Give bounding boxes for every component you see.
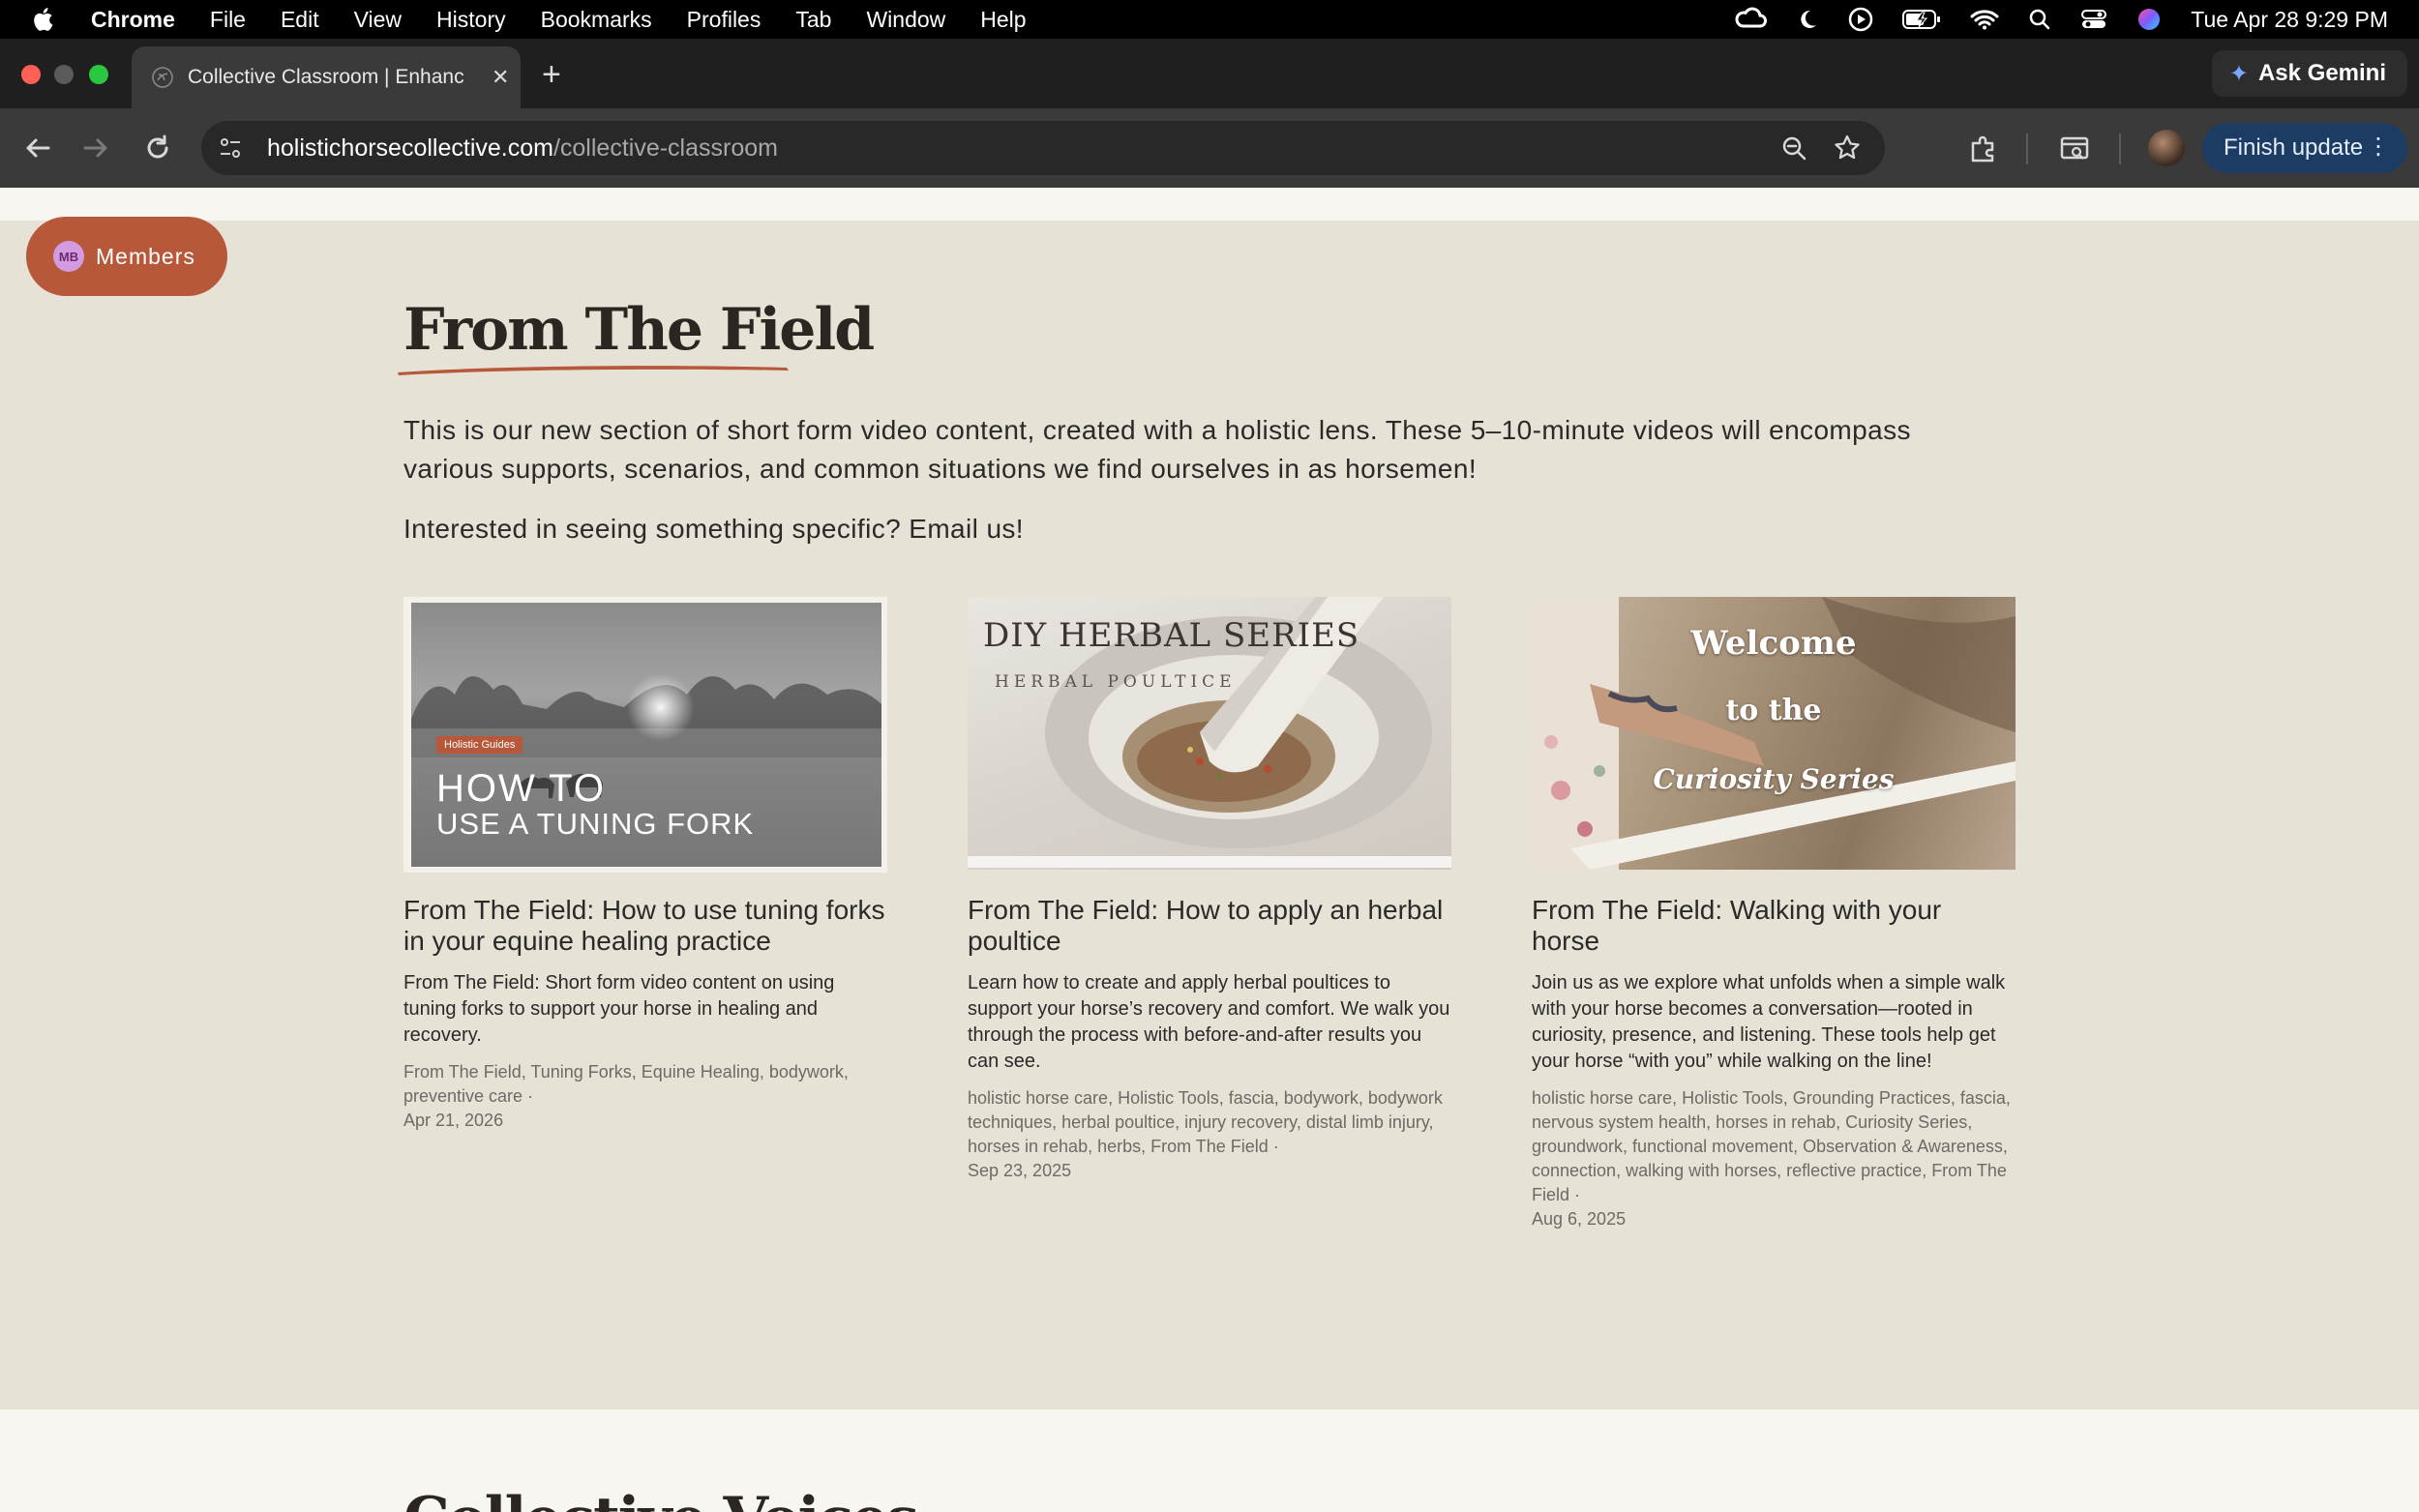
site-info-icon[interactable] bbox=[217, 134, 244, 162]
do-not-disturb-moon-icon[interactable] bbox=[1796, 8, 1819, 31]
more-menu-icon[interactable]: ⋮ bbox=[2367, 133, 2390, 161]
finish-update-button[interactable]: Finish update ⋮ bbox=[2202, 123, 2407, 173]
menu-profiles[interactable]: Profiles bbox=[687, 7, 762, 33]
intro-line-2: various supports, scenarios, and common … bbox=[403, 454, 1478, 484]
site-favicon-icon bbox=[152, 67, 173, 88]
menu-file[interactable]: File bbox=[210, 7, 246, 33]
card-title[interactable]: From The Field: How to apply an herbal p… bbox=[968, 895, 1451, 957]
browser-tab-strip: Collective Classroom | Enhanc ✕ + ✦ Ask … bbox=[0, 39, 2419, 108]
finish-update-label: Finish update bbox=[2224, 134, 2364, 161]
toolbar-divider bbox=[2026, 133, 2028, 164]
video-thumbnail-herbal-poultice[interactable]: DIY HERBAL SERIES HERBAL POULTICE bbox=[968, 597, 1451, 870]
card-date: Aug 6, 2025 bbox=[1532, 1209, 1627, 1229]
menu-app-chrome[interactable]: Chrome bbox=[91, 7, 175, 33]
thumbnail-title-line-1: DIY HERBAL SERIES bbox=[983, 616, 1360, 655]
heading-underline-decoration bbox=[398, 366, 789, 375]
video-card[interactable]: DIY HERBAL SERIES HERBAL POULTICE From T… bbox=[968, 597, 1451, 1183]
back-arrow-icon[interactable] bbox=[23, 133, 52, 163]
control-center-icon[interactable] bbox=[2080, 8, 2107, 31]
members-button[interactable]: MB Members bbox=[26, 217, 227, 296]
bookmark-star-icon[interactable] bbox=[1833, 133, 1862, 163]
ask-gemini-label: Ask Gemini bbox=[2257, 60, 2386, 86]
spotlight-search-icon[interactable] bbox=[2028, 8, 2051, 31]
thumbnail-title-line-2: HERBAL POULTICE bbox=[995, 672, 1237, 692]
window-zoom-button[interactable] bbox=[89, 65, 108, 84]
siri-icon[interactable] bbox=[2136, 7, 2162, 32]
video-card[interactable]: Welcome to the Curiosity Series From The… bbox=[1532, 597, 2016, 1231]
intro-email-prompt[interactable]: Interested in seeing something specific?… bbox=[403, 510, 1024, 548]
menu-window[interactable]: Window bbox=[866, 7, 945, 33]
address-bar[interactable]: holistichorsecollective.com/collective-c… bbox=[201, 121, 1885, 175]
section-heading: From The Field bbox=[403, 296, 875, 364]
menu-tab[interactable]: Tab bbox=[795, 7, 831, 33]
member-avatar: MB bbox=[53, 241, 84, 272]
thumbnail-badge: Holistic Guides bbox=[436, 736, 523, 754]
video-thumbnail-tuning-fork[interactable]: Holistic Guides HOW TO USE A TUNING FORK bbox=[403, 597, 887, 873]
menu-history[interactable]: History bbox=[436, 7, 506, 33]
card-title[interactable]: From The Field: Walking with your horse bbox=[1532, 895, 2016, 957]
thumbnail-title-line-3: Curiosity Series bbox=[1653, 763, 1895, 795]
forward-arrow-icon[interactable] bbox=[81, 133, 110, 163]
menu-edit[interactable]: Edit bbox=[281, 7, 319, 33]
new-tab-button[interactable]: + bbox=[542, 58, 561, 91]
now-playing-icon[interactable] bbox=[1848, 7, 1873, 32]
toolbar-divider bbox=[2119, 133, 2121, 164]
thumbnail-title-line-2: to the bbox=[1725, 694, 1822, 727]
ask-gemini-button[interactable]: ✦ Ask Gemini bbox=[2211, 50, 2407, 97]
zoom-icon[interactable] bbox=[1780, 134, 1807, 162]
tab-close-icon[interactable]: ✕ bbox=[492, 65, 509, 90]
creative-cloud-icon[interactable] bbox=[1734, 7, 1768, 32]
card-description: From The Field: Short form video content… bbox=[403, 972, 835, 1046]
wifi-icon[interactable] bbox=[1970, 9, 1999, 30]
apple-icon[interactable] bbox=[31, 6, 58, 33]
url-path: /collective-classroom bbox=[552, 133, 778, 162]
card-tags[interactable]: holistic horse care, Holistic Tools, fas… bbox=[968, 1086, 1451, 1159]
browser-toolbar: holistichorsecollective.com/collective-c… bbox=[0, 108, 2419, 188]
card-description: Learn how to create and apply herbal pou… bbox=[968, 972, 1450, 1072]
video-card[interactable]: Holistic Guides HOW TO USE A TUNING FORK… bbox=[403, 597, 887, 1133]
url-host: holistichorsecollective.com bbox=[267, 133, 553, 162]
thumbnail-title-line-2: USE A TUNING FORK bbox=[436, 807, 755, 841]
window-minimize-button[interactable] bbox=[54, 65, 74, 84]
intro-line-1: This is our new section of short form vi… bbox=[403, 415, 1911, 445]
cast-search-tab-icon[interactable] bbox=[2059, 133, 2090, 164]
card-date: Apr 21, 2026 bbox=[403, 1111, 504, 1130]
card-date: Sep 23, 2025 bbox=[968, 1161, 1072, 1180]
os-menu-bar: Chrome File Edit View History Bookmarks … bbox=[0, 0, 2419, 39]
extensions-puzzle-icon[interactable] bbox=[1968, 133, 1999, 164]
reload-icon[interactable] bbox=[143, 133, 172, 163]
video-thumbnail-curiosity-series[interactable]: Welcome to the Curiosity Series bbox=[1532, 597, 2016, 870]
card-tags[interactable]: holistic horse care, Holistic Tools, Gro… bbox=[1532, 1086, 2016, 1207]
menu-help[interactable]: Help bbox=[980, 7, 1026, 33]
menu-view[interactable]: View bbox=[354, 7, 402, 33]
gemini-sparkle-icon: ✦ bbox=[2228, 60, 2249, 87]
card-description: Join us as we explore what unfolds when … bbox=[1532, 972, 2006, 1072]
members-label: Members bbox=[96, 243, 195, 269]
card-tags[interactable]: From The Field, Tuning Forks, Equine Hea… bbox=[403, 1060, 887, 1109]
battery-icon[interactable] bbox=[1902, 9, 1941, 30]
menu-bookmarks[interactable]: Bookmarks bbox=[541, 7, 652, 33]
thumbnail-title-line-1: HOW TO bbox=[436, 767, 606, 810]
next-section-heading: Collective Voices bbox=[403, 1485, 919, 1512]
browser-tab-active[interactable]: Collective Classroom | Enhanc ✕ bbox=[132, 46, 521, 108]
tab-title: Collective Classroom | Enhanc bbox=[188, 66, 464, 88]
window-close-button[interactable] bbox=[21, 65, 41, 84]
card-title[interactable]: From The Field: How to use tuning forks … bbox=[403, 895, 887, 957]
profile-avatar[interactable] bbox=[2148, 130, 2185, 166]
menubar-clock[interactable]: Tue Apr 28 9:29 PM bbox=[2191, 7, 2388, 33]
thumbnail-title-line-1: Welcome bbox=[1690, 624, 1857, 663]
